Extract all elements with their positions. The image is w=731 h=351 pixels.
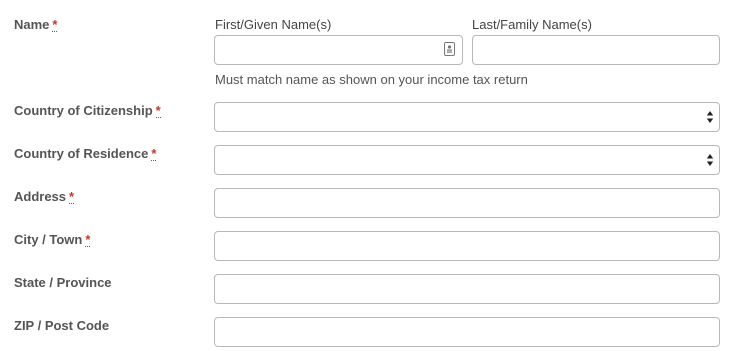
name-required-mark: * xyxy=(52,17,58,32)
name-label-text: Name xyxy=(14,17,50,32)
up-down-arrows-icon xyxy=(706,110,714,124)
city-label-text: City / Town xyxy=(14,232,83,247)
zip-label: ZIP / Post Code xyxy=(14,318,109,334)
citizenship-required-mark: * xyxy=(155,103,161,118)
residence-label-text: Country of Residence xyxy=(14,146,149,161)
city-input[interactable] xyxy=(214,231,720,261)
address-label: Address * xyxy=(14,189,75,205)
first-name-field-wrap xyxy=(214,35,463,65)
state-label: State / Province xyxy=(14,275,112,291)
citizenship-select[interactable] xyxy=(214,102,720,132)
city-required-mark: * xyxy=(85,232,91,247)
city-label: City / Town * xyxy=(14,232,91,248)
name-hint: Must match name as shown on your income … xyxy=(215,72,528,87)
residence-label: Country of Residence * xyxy=(14,146,157,162)
residence-required-mark: * xyxy=(151,146,157,161)
address-required-mark: * xyxy=(69,189,75,204)
contact-card-icon[interactable] xyxy=(444,42,455,56)
up-down-arrows-icon xyxy=(706,153,714,167)
residence-select[interactable] xyxy=(214,145,720,175)
first-name-label: First/Given Name(s) xyxy=(215,17,332,32)
zip-label-text: ZIP / Post Code xyxy=(14,318,110,333)
citizenship-label: Country of Citizenship * xyxy=(14,103,161,119)
state-label-text: State / Province xyxy=(14,275,112,290)
zip-input[interactable] xyxy=(214,317,720,347)
state-input[interactable] xyxy=(214,274,720,304)
citizenship-label-text: Country of Citizenship xyxy=(14,103,153,118)
name-label: Name * xyxy=(14,17,58,33)
last-name-input[interactable] xyxy=(472,35,720,65)
address-input[interactable] xyxy=(214,188,720,218)
last-name-label: Last/Family Name(s) xyxy=(472,17,592,32)
first-name-input[interactable] xyxy=(214,35,463,65)
address-label-text: Address xyxy=(14,189,67,204)
